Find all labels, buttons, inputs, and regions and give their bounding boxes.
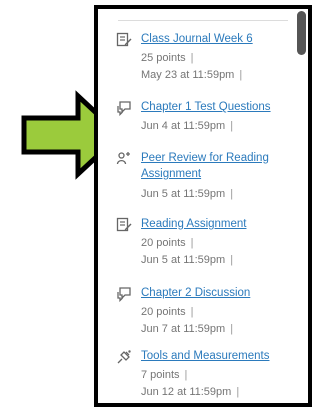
due-date-line: Jun 4 at 11:59pm | <box>141 119 233 133</box>
separator: | <box>190 52 194 64</box>
due-date-text: Jun 12 at 11:59pm <box>141 386 232 398</box>
due-date-text: Jun 5 at 11:59pm <box>141 254 226 266</box>
points-line: 25 points | <box>141 51 194 65</box>
points-line: 20 points | <box>141 236 194 250</box>
points-line: 20 points | <box>141 305 194 319</box>
separator: | <box>184 369 188 381</box>
assignment-link[interactable]: Chapter 1 Test Questions <box>141 99 298 115</box>
separator: | <box>239 69 243 81</box>
due-date-text: Jun 5 at 11:59pm <box>141 188 226 200</box>
due-date-line: Jun 7 at 11:59pm | <box>141 322 233 336</box>
separator: | <box>236 386 240 398</box>
assignment-link[interactable]: Class Journal Week 6 <box>141 31 298 47</box>
scrollbar-thumb[interactable] <box>297 11 306 55</box>
discussion-icon <box>116 286 132 302</box>
due-date-text: Jun 7 at 11:59pm <box>141 323 226 335</box>
divider <box>118 20 288 21</box>
assignment-link[interactable]: Peer Review for Reading Assignment <box>141 150 298 182</box>
quiz-icon <box>116 349 132 365</box>
peer-review-icon <box>116 151 132 167</box>
points-text: 20 points <box>141 306 186 318</box>
due-date-line: Jun 5 at 11:59pm | <box>141 253 233 267</box>
separator: | <box>190 306 194 318</box>
due-date-line: Jun 12 at 11:59pm | <box>141 385 239 399</box>
separator: | <box>190 237 194 249</box>
assignment-link[interactable]: Tools and Measurements <box>141 348 298 364</box>
points-line: 7 points | <box>141 368 187 382</box>
assignment-icon <box>116 217 132 233</box>
discussion-icon <box>116 100 132 116</box>
separator: | <box>230 323 234 335</box>
points-text: 20 points <box>141 237 186 249</box>
separator: | <box>230 188 234 200</box>
due-date-line: May 23 at 11:59pm | <box>141 68 242 82</box>
assignment-link[interactable]: Reading Assignment <box>141 216 298 232</box>
separator: | <box>230 254 234 266</box>
points-text: 25 points <box>141 52 186 64</box>
due-date-line: Jun 5 at 11:59pm | <box>141 187 233 201</box>
assignment-icon <box>116 32 132 48</box>
due-date-text: May 23 at 11:59pm <box>141 69 235 81</box>
points-text: 7 points <box>141 369 180 381</box>
upcoming-assignments-panel: Class Journal Week 6 25 points | May 23 a… <box>94 5 312 407</box>
assignment-link[interactable]: Chapter 2 Discussion <box>141 285 298 301</box>
separator: | <box>230 120 234 132</box>
due-date-text: Jun 4 at 11:59pm <box>141 120 226 132</box>
